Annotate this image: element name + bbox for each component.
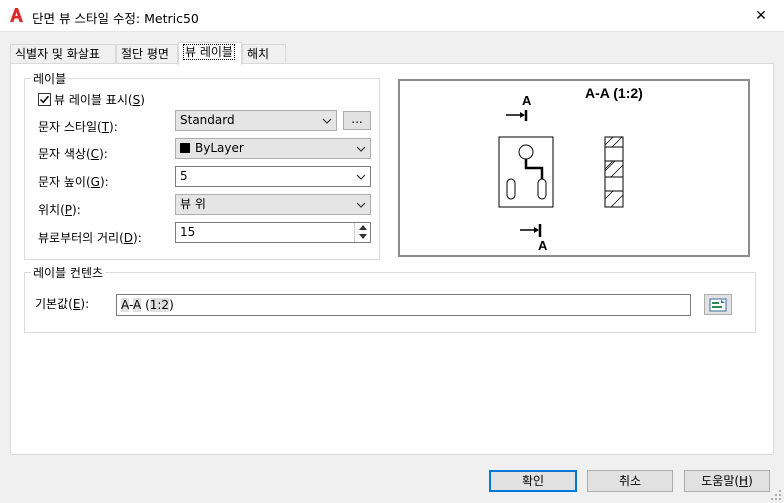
default-label: 기본값(E): — [35, 297, 90, 311]
bottom-cut-arrow-icon — [520, 224, 542, 237]
tab-label: 해치 — [247, 47, 270, 61]
tab-identifiers-arrows[interactable]: 식별자 및 화살표 — [10, 44, 116, 64]
chevron-down-icon — [356, 202, 366, 208]
autocad-logo-icon — [10, 8, 23, 22]
show-label-checkbox[interactable] — [38, 93, 51, 106]
position-select[interactable]: 뷰 위 — [175, 194, 371, 215]
cancel-button[interactable]: 취소 — [587, 470, 673, 492]
tab-hatch[interactable]: 해치 — [242, 44, 286, 64]
show-label-text: 뷰 레이블 표시(S) — [54, 93, 145, 107]
text-height-value: 5 — [180, 169, 188, 183]
label-contents-title: 레이블 컨텐츠 — [31, 264, 106, 281]
text-color-select[interactable]: ByLayer — [175, 138, 371, 159]
label-contents-group: 레이블 컨텐츠 기본값(E): A-A (1:2) — [24, 264, 756, 333]
label-group: 레이블 뷰 레이블 표시(S) 문자 스타일(T): Standard ... … — [24, 70, 380, 260]
text-height-combo[interactable]: 5 — [175, 166, 371, 187]
preview-pane: A-A (1:2) A A — [398, 79, 750, 257]
cancel-label: 취소 — [618, 474, 642, 488]
section-preview-drawing — [498, 110, 624, 237]
default-content-field[interactable]: A-A (1:2) — [116, 294, 691, 316]
part-view-icon — [498, 136, 554, 208]
text-style-label: 문자 스타일(T): — [38, 120, 118, 134]
ok-label: 확인 — [521, 474, 545, 488]
ok-button[interactable]: 확인 — [489, 470, 577, 492]
title-bar: 단면 뷰 스타일 수정: Metric50 ✕ — [0, 0, 784, 32]
spinner-buttons — [354, 223, 370, 242]
text-height-label: 문자 높이(G): — [38, 175, 109, 189]
help-label: 도움말(H) — [701, 474, 753, 488]
text-style-browse-button[interactable]: ... — [343, 111, 371, 130]
chevron-down-icon — [356, 146, 366, 152]
tab-view-label[interactable]: 뷰 레이블 — [178, 42, 242, 65]
distance-label: 뷰로부터의 거리(D): — [38, 231, 142, 245]
resize-grip-icon[interactable] — [770, 489, 782, 501]
section-view-icon — [604, 136, 624, 208]
tab-panel: 레이블 뷰 레이블 표시(S) 문자 스타일(T): Standard ... … — [10, 63, 774, 455]
top-cut-arrow-icon — [506, 110, 528, 121]
label-group-title: 레이블 — [31, 70, 69, 87]
chevron-down-icon — [356, 174, 366, 180]
spin-up-icon — [358, 225, 367, 230]
window-title: 단면 뷰 스타일 수정: Metric50 — [32, 11, 199, 26]
text-style-select[interactable]: Standard — [175, 110, 337, 131]
browse-label: ... — [351, 112, 363, 126]
text-color-value: ByLayer — [195, 141, 244, 155]
text-color-label: 문자 색상(C): — [38, 147, 108, 161]
checkmark-icon — [39, 95, 50, 104]
insert-field-icon — [709, 298, 727, 311]
distance-spinner[interactable]: 15 — [175, 222, 371, 243]
show-label-row[interactable]: 뷰 레이블 표시(S) — [38, 91, 145, 108]
distance-value: 15 — [180, 225, 196, 239]
chevron-down-icon — [322, 118, 332, 124]
spin-up-button[interactable] — [355, 223, 370, 232]
close-button[interactable]: ✕ — [738, 0, 784, 32]
tab-label: 식별자 및 화살표 — [15, 47, 100, 61]
spin-down-icon — [358, 234, 367, 239]
color-swatch — [180, 143, 190, 153]
text-style-value: Standard — [180, 113, 235, 127]
tab-cutting-plane[interactable]: 절단 평면 — [116, 44, 178, 64]
help-button[interactable]: 도움말(H) — [684, 470, 770, 492]
position-value: 뷰 위 — [180, 197, 206, 211]
spin-down-button[interactable] — [355, 232, 370, 241]
insert-field-button[interactable] — [704, 294, 732, 315]
tab-label: 뷰 레이블 — [183, 44, 235, 60]
close-icon: ✕ — [755, 8, 767, 24]
position-label: 위치(P): — [38, 203, 81, 217]
tab-label: 절단 평면 — [121, 47, 169, 61]
